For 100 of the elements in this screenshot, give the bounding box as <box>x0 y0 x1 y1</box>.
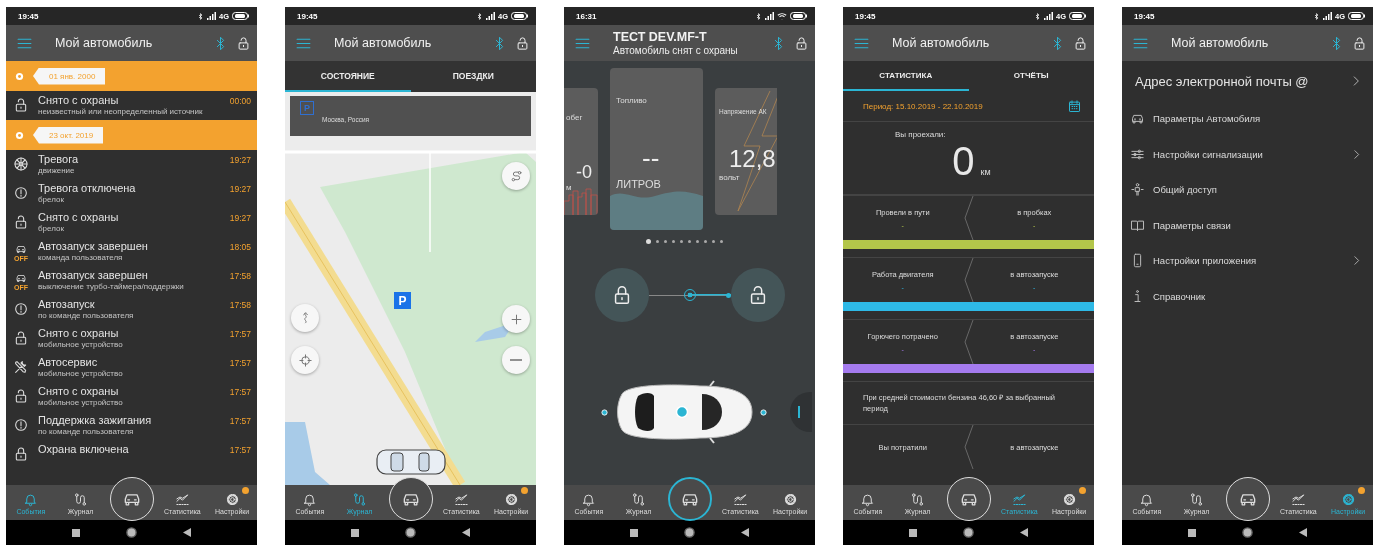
signal-icon <box>486 12 495 20</box>
card-value: -0 <box>576 162 593 183</box>
chart-icon <box>174 492 190 507</box>
event-detail: движение <box>38 166 76 176</box>
battery-icon <box>232 12 249 20</box>
tab[interactable]: ПОЕЗДКИ <box>410 61 536 92</box>
settings-icon <box>782 492 798 507</box>
home-icon[interactable] <box>1242 527 1253 538</box>
page-dot[interactable] <box>646 239 651 244</box>
recents-icon[interactable] <box>630 528 638 537</box>
event-row[interactable]: Поддержка зажигания по команде пользователя 17:57 <box>6 411 257 440</box>
card-unit: м <box>566 183 573 192</box>
email-item[interactable]: Адрес электронной почты @ <box>1122 61 1373 101</box>
event-time: 00:00 <box>229 95 251 106</box>
event-time: 19:27 <box>229 212 251 223</box>
unlocked-padlock-icon[interactable] <box>1073 35 1088 51</box>
back-icon[interactable] <box>462 528 470 537</box>
event-detail: мобильное устройство <box>38 340 124 350</box>
event-time: 17:57 <box>229 357 251 368</box>
signal-icon <box>1044 12 1053 20</box>
settings-item[interactable]: Параметры Автомобиля <box>1122 101 1373 137</box>
info-card[interactable]: Топливо -- ЛИТРОВ <box>610 68 703 230</box>
event-row[interactable]: Автозапуск по команде пользователя 17:58 <box>6 295 257 324</box>
back-icon[interactable] <box>1299 528 1307 537</box>
event-row[interactable]: Снято с охраны неизвестный или неопределенный источник 00:00 <box>6 91 257 120</box>
chart-icon <box>1011 492 1027 507</box>
parking-marker[interactable]: P <box>394 292 411 309</box>
event-row[interactable]: Снято с охраны брелок 19:27 <box>6 208 257 237</box>
page-dot[interactable] <box>712 240 715 243</box>
route-icon <box>352 492 368 507</box>
exclamation-circle-icon <box>13 301 29 317</box>
event-title: Автозапуск <box>38 298 96 311</box>
recents-icon[interactable] <box>1188 528 1196 537</box>
back-icon[interactable] <box>1020 528 1028 537</box>
home-icon[interactable] <box>684 527 695 538</box>
page-dot[interactable] <box>720 240 723 243</box>
event-row[interactable]: Снято с охраны мобильное устройство 17:57 <box>6 324 257 353</box>
card-title: Топливо <box>616 96 648 105</box>
event-row[interactable]: Охрана включена 17:57 <box>6 440 257 465</box>
slider-knob[interactable] <box>683 289 696 301</box>
page-dot[interactable] <box>672 240 675 243</box>
settings-item[interactable]: Настройки приложения <box>1122 243 1373 279</box>
exclamation-circle-icon <box>13 185 29 201</box>
settings-item[interactable]: Справочник <box>1122 278 1373 314</box>
event-title: Автозапуск завершен <box>38 269 149 282</box>
settings-icon <box>224 492 240 507</box>
event-detail: брелок <box>38 195 65 205</box>
chart-icon <box>1290 492 1306 507</box>
event-row[interactable]: Снято с охраны мобильное устройство 17:57 <box>6 382 257 411</box>
locate-icon <box>297 352 313 368</box>
app-title: Мой автомобиль <box>1171 36 1270 50</box>
page-dot[interactable] <box>704 240 707 243</box>
page-dot[interactable] <box>656 240 659 243</box>
recents-icon[interactable] <box>909 528 917 537</box>
battery-icon <box>511 12 528 20</box>
route-icon <box>1189 492 1205 507</box>
page-dot[interactable] <box>688 240 691 243</box>
home-icon[interactable] <box>126 527 137 538</box>
unlocked-padlock-icon[interactable] <box>236 35 251 51</box>
back-icon[interactable] <box>183 528 191 537</box>
app-title: Мой автомобиль <box>892 36 991 50</box>
app-subtitle: Автомобиль снят с охраны <box>613 45 739 56</box>
recents-icon[interactable] <box>72 528 80 537</box>
event-row[interactable]: Тревога движение 19:27 <box>6 150 257 179</box>
unlocked-padlock-icon[interactable] <box>794 35 809 51</box>
indicator-dot-icon <box>760 408 767 416</box>
home-icon[interactable] <box>963 527 974 538</box>
dot-icon <box>15 71 24 81</box>
event-row[interactable]: Автосервис мобильное устройство 17:57 <box>6 353 257 382</box>
unlocked-padlock-icon[interactable] <box>1352 35 1367 51</box>
chart-icon <box>732 492 748 507</box>
page-dot[interactable] <box>696 240 699 243</box>
bluetooth-icon <box>1313 11 1320 21</box>
tab[interactable]: СТАТИСТИКА <box>843 61 969 91</box>
wifi-icon <box>777 11 787 21</box>
calendar-icon[interactable] <box>1067 98 1082 114</box>
info-card[interactable]: обег -0 м <box>564 88 598 215</box>
page-dot[interactable] <box>680 240 683 243</box>
exclamation-circle-icon <box>13 417 29 433</box>
disarm-button[interactable] <box>730 268 785 322</box>
side-panel-handle[interactable] <box>790 392 812 432</box>
recents-icon[interactable] <box>351 528 359 537</box>
tab[interactable]: ОТЧЁТЫ <box>968 61 1094 91</box>
settings-item[interactable]: Настройки сигнализации <box>1122 136 1373 172</box>
settings-item[interactable]: Параметры связи <box>1122 207 1373 243</box>
home-icon[interactable] <box>405 527 416 538</box>
signal-icon <box>207 12 216 20</box>
event-detail: неизвестный или неопределенный источник <box>38 107 204 117</box>
signal-icon <box>765 12 774 20</box>
status-time: 16:31 <box>576 11 598 21</box>
bluetooth-icon <box>476 11 483 21</box>
app-title: Мой автомобиль <box>55 36 154 50</box>
page-dot[interactable] <box>664 240 667 243</box>
settings-item[interactable]: Общий доступ <box>1122 172 1373 208</box>
event-detail: мобильное устройство <box>38 369 124 379</box>
event-row[interactable]: Тревога отключена брелок 19:27 <box>6 179 257 208</box>
distance-value: 0 <box>952 139 975 183</box>
status-time: 19:45 <box>18 11 40 21</box>
back-icon[interactable] <box>741 528 749 537</box>
unlocked-padlock-icon[interactable] <box>515 35 530 51</box>
